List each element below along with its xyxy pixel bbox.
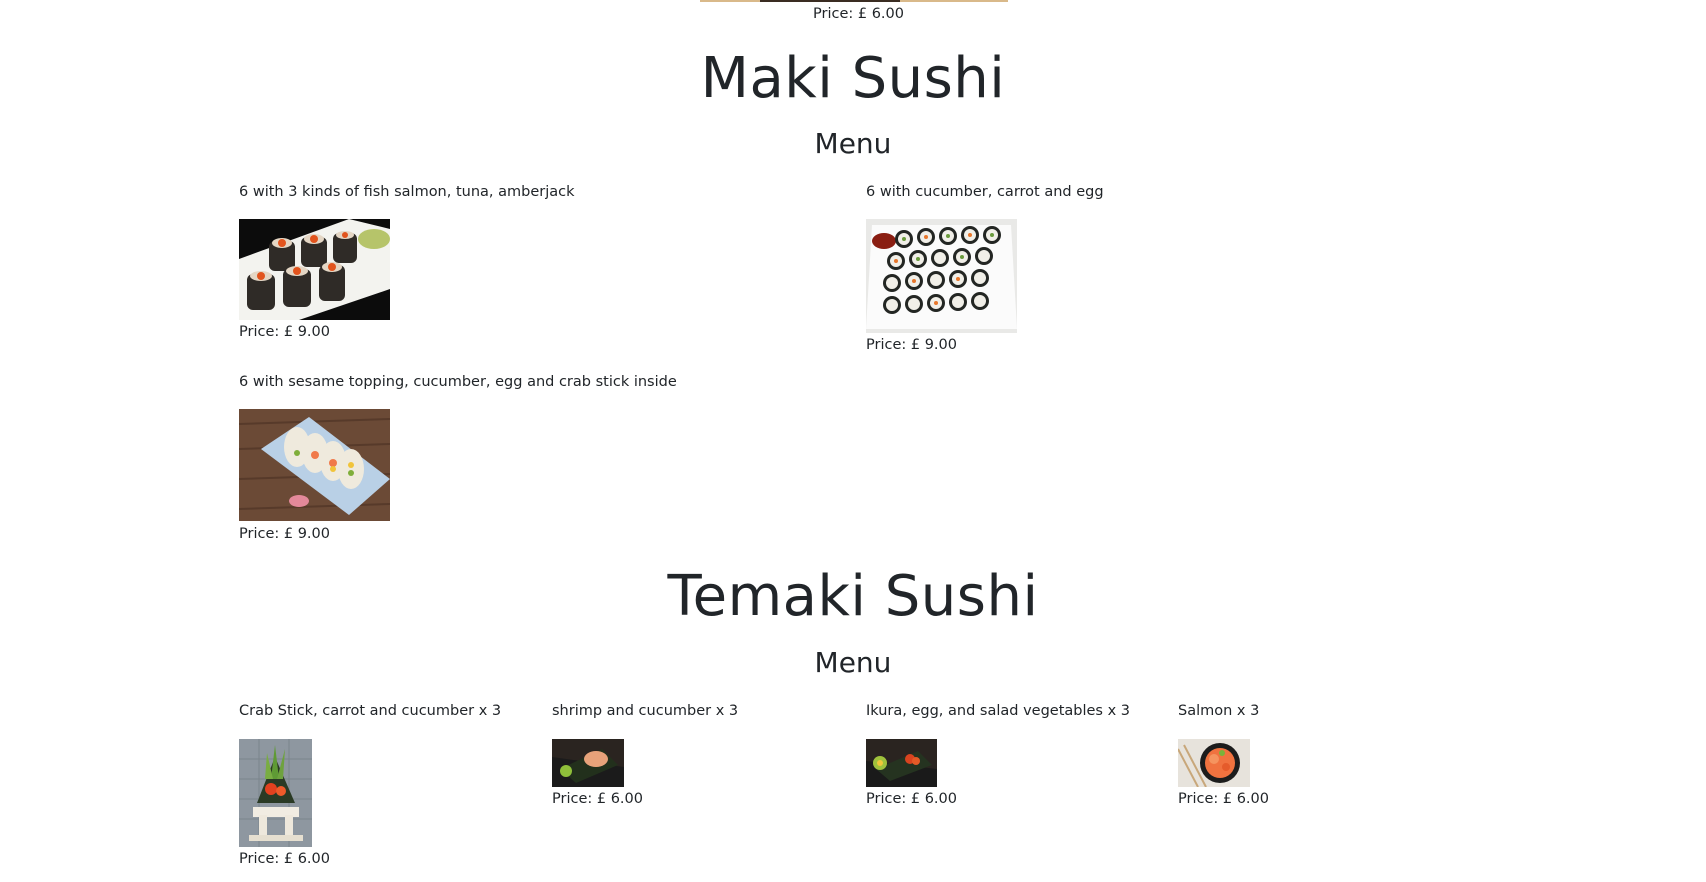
top-item-price: Price: £ 6.00: [813, 6, 904, 22]
temaki-item-3-description: Ikura, egg, and salad vegetables x 3: [866, 703, 1131, 719]
maki-item-2-description: 6 with cucumber, carrot and egg: [866, 184, 1104, 200]
temaki-menu-heading: Menu: [814, 646, 892, 679]
maki-sesame-crab-photo: [239, 409, 390, 521]
temaki-item-4-price: Price: £ 6.00: [1178, 791, 1269, 807]
maki-item-3-price: Price: £ 9.00: [239, 526, 330, 542]
temaki-ikura-photo: [866, 739, 937, 787]
temaki-item-4-description: Salmon x 3: [1178, 703, 1260, 719]
maki-menu-heading: Menu: [814, 127, 892, 160]
temaki-item-2-price: Price: £ 6.00: [552, 791, 643, 807]
temaki-item-3-price: Price: £ 6.00: [866, 791, 957, 807]
temaki-crab-stick-photo: [239, 739, 312, 847]
maki-cucumber-carrot-egg-photo: [866, 219, 1017, 333]
temaki-item-1-price: Price: £ 6.00: [239, 851, 330, 867]
maki-item-1-description: 6 with 3 kinds of fish salmon, tuna, amb…: [239, 184, 575, 200]
temaki-item-1-description: Crab Stick, carrot and cucumber x 3: [239, 703, 502, 719]
maki-item-1-price: Price: £ 9.00: [239, 324, 330, 340]
temaki-section-title: Temaki Sushi: [667, 564, 1039, 629]
maki-item-2-price: Price: £ 9.00: [866, 337, 957, 353]
top-item-photo: [700, 0, 1008, 2]
temaki-item-2-description: shrimp and cucumber x 3: [552, 703, 739, 719]
maki-item-3-description: 6 with sesame topping, cucumber, egg and…: [239, 374, 677, 390]
temaki-shrimp-photo: [552, 739, 624, 787]
maki-salmon-tuna-amberjack-photo: [239, 219, 390, 320]
maki-section-title: Maki Sushi: [700, 46, 1006, 111]
temaki-salmon-photo: [1178, 739, 1250, 787]
